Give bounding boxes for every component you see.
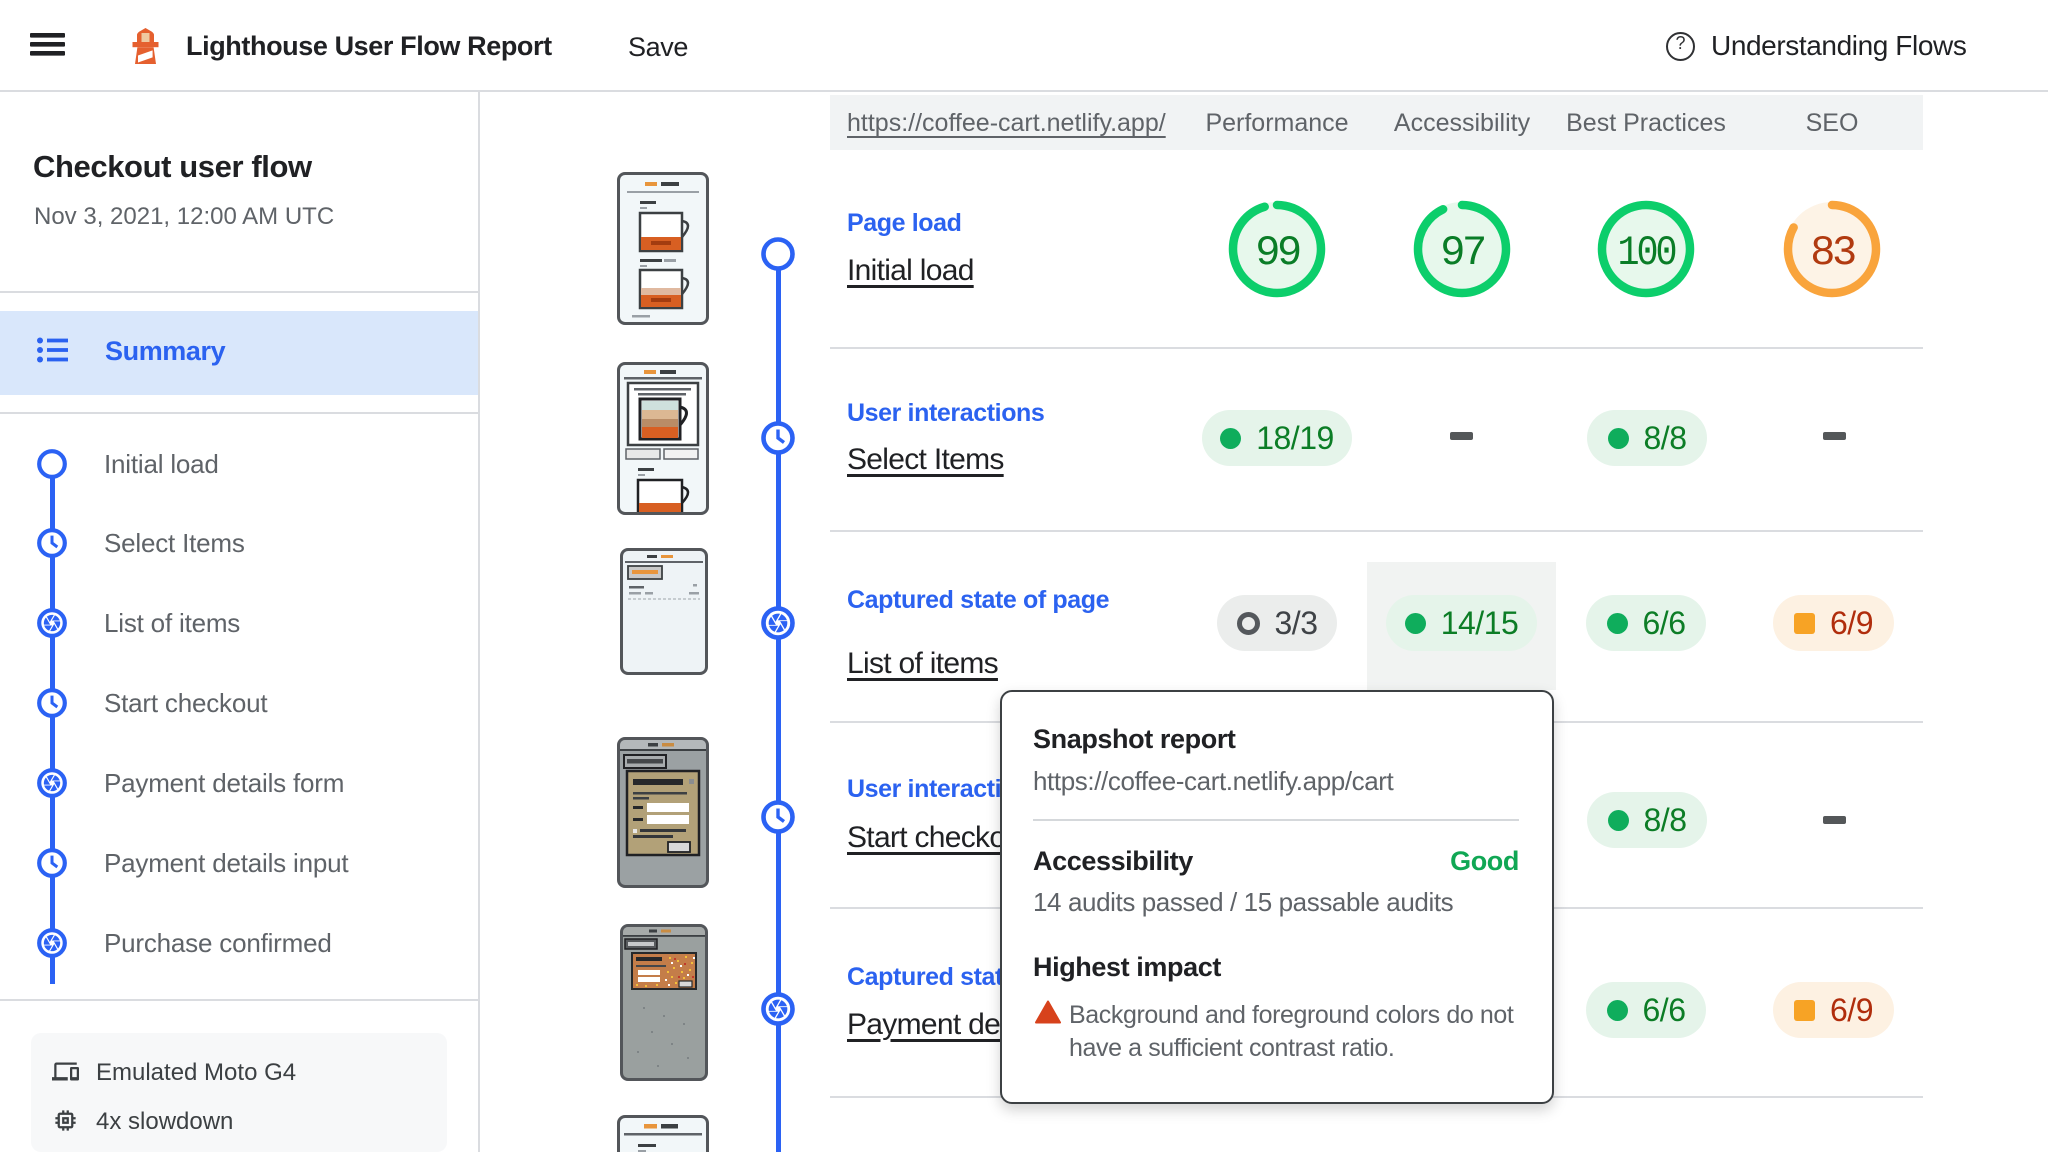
svg-text:83: 83 [1810,229,1855,277]
svg-text:100: 100 [1618,229,1676,277]
svg-text:97: 97 [1440,229,1484,277]
svg-text:99: 99 [1255,229,1300,277]
